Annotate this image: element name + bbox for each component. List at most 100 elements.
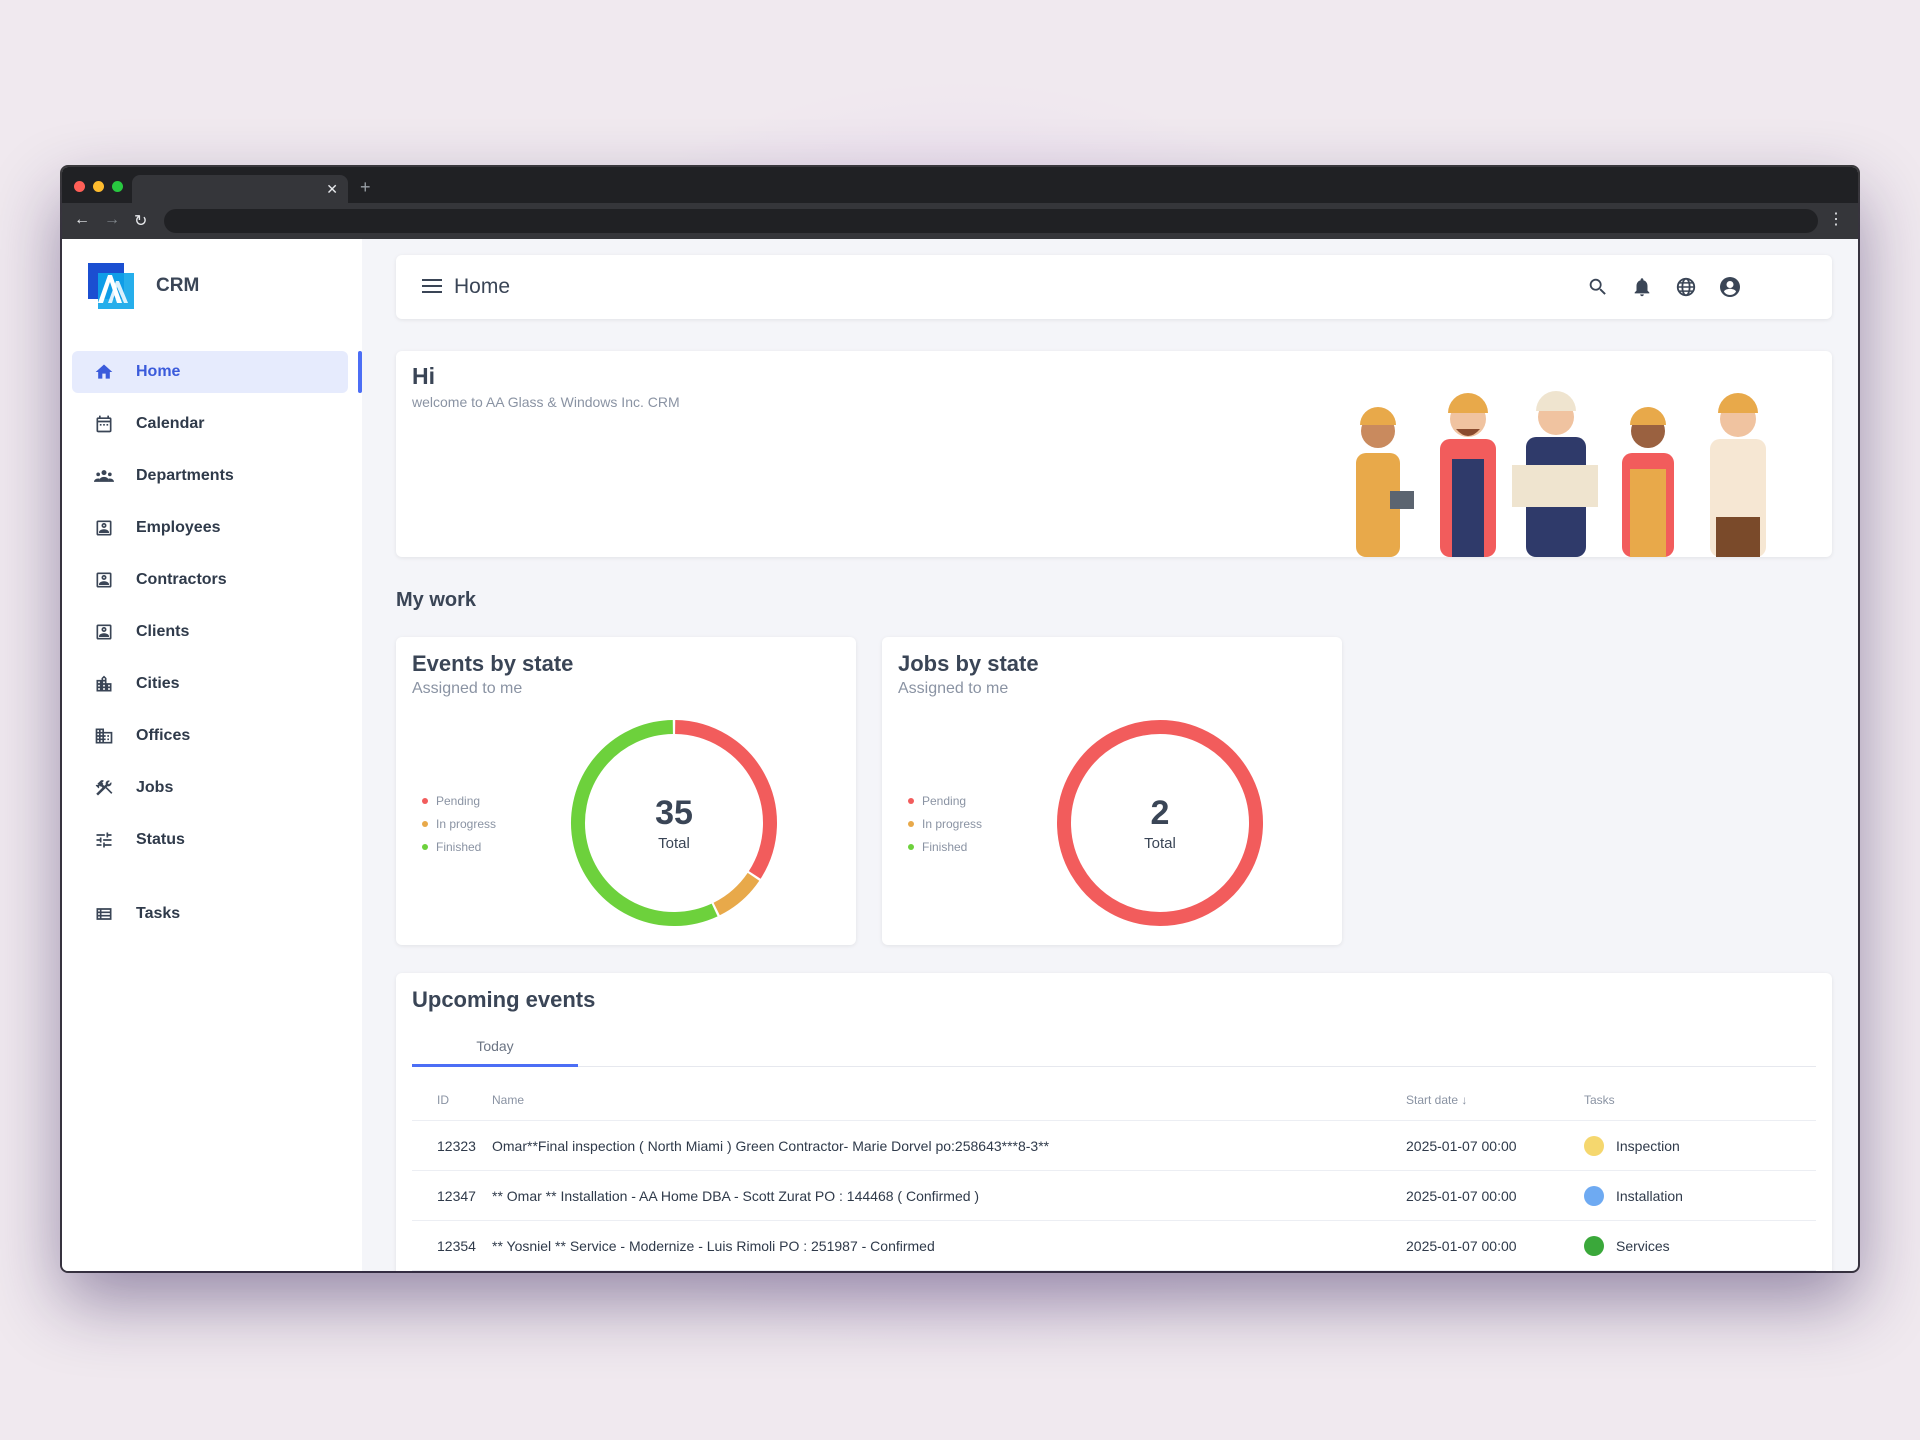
contact-icon — [92, 516, 116, 540]
sidebar-item-label: Jobs — [136, 779, 174, 796]
events-tabs: Today — [412, 1031, 1816, 1067]
home-icon — [92, 360, 116, 384]
sidebar-item-home[interactable]: Home — [72, 351, 348, 393]
minimize-window-button[interactable] — [93, 181, 104, 192]
sidebar-item-label: Offices — [136, 727, 191, 744]
sidebar-item-departments[interactable]: Departments — [72, 455, 348, 497]
legend-item-pending: Pending — [422, 789, 496, 812]
list-icon — [92, 902, 116, 926]
sort-descending-icon[interactable]: ↓ — [1461, 1093, 1467, 1107]
donut-total-label: Total — [658, 835, 690, 852]
more-menu-icon[interactable]: ⋮ — [1828, 209, 1844, 229]
event-name[interactable]: ** Yosniel ** Service - Modernize - Luis… — [492, 1238, 1406, 1254]
browser-tab[interactable]: ✕ — [132, 175, 348, 203]
event-start-date: 2025-01-07 00:00 — [1406, 1237, 1517, 1254]
legend-item-in-progress: In progress — [908, 812, 982, 835]
close-window-button[interactable] — [74, 181, 85, 192]
table-row[interactable]: 12347 ** Omar ** Installation - AA Home … — [412, 1171, 1816, 1221]
reload-icon[interactable]: ↻ — [134, 211, 147, 231]
tune-icon — [92, 828, 116, 852]
event-name[interactable]: Omar**Final inspection ( North Miami ) G… — [492, 1138, 1406, 1154]
contact-icon — [92, 620, 116, 644]
sidebar-item-jobs[interactable]: Jobs — [72, 767, 348, 809]
sidebar: CRM Home Calendar Departments Employees — [62, 239, 362, 1271]
brand: CRM — [86, 261, 199, 311]
column-name[interactable]: Name — [492, 1093, 1406, 1107]
event-id: 12354 — [437, 1237, 476, 1254]
event-start-date: 2025-01-07 00:00 — [1406, 1187, 1517, 1204]
sidebar-item-label: Employees — [136, 519, 221, 536]
sidebar-item-clients[interactable]: Clients — [72, 611, 348, 653]
browser-chrome: ✕ + ← → ↻ ⋮ — [62, 167, 1858, 239]
table-row[interactable]: 12323 Omar**Final inspection ( North Mia… — [412, 1121, 1816, 1171]
address-bar[interactable] — [164, 209, 1818, 233]
event-task: Services — [1584, 1235, 1816, 1256]
upcoming-events-card: Upcoming events Today ID Name Start date… — [396, 973, 1832, 1271]
my-work-title: My work — [396, 589, 477, 611]
column-tasks[interactable]: Tasks — [1584, 1093, 1816, 1107]
forward-icon[interactable]: → — [104, 211, 120, 229]
sidebar-item-label: Status — [136, 831, 185, 848]
legend-item-in-progress: In progress — [422, 812, 496, 835]
tools-icon — [92, 776, 116, 800]
welcome-title: Hi — [412, 363, 435, 389]
sidebar-item-label: Tasks — [136, 905, 181, 922]
sidebar-item-label: Cities — [136, 675, 180, 692]
donut-total: 35 — [655, 794, 693, 832]
construction-workers-illustration — [1356, 391, 1766, 557]
sidebar-item-offices[interactable]: Offices — [72, 715, 348, 757]
event-name[interactable]: ** Omar ** Installation - AA Home DBA - … — [492, 1188, 1406, 1204]
event-task: Installation — [1584, 1185, 1816, 1206]
bell-icon[interactable] — [1630, 275, 1654, 299]
upcoming-events-title: Upcoming events — [412, 987, 596, 1012]
card-title: Events by state — [412, 651, 574, 676]
sidebar-item-label: Contractors — [136, 571, 227, 588]
page-title: Home — [454, 275, 511, 298]
account-icon[interactable] — [1718, 275, 1742, 299]
events-table: ID Name Start date ↓ Tasks 12323 Omar**F… — [412, 1079, 1816, 1271]
app-name: CRM — [156, 275, 200, 296]
table-row[interactable]: 12354 ** Yosniel ** Service - Modernize … — [412, 1221, 1816, 1271]
calendar-icon — [92, 412, 116, 436]
contact-icon — [92, 568, 116, 592]
sidebar-item-status[interactable]: Status — [72, 819, 348, 861]
sidebar-item-cities[interactable]: Cities — [72, 663, 348, 705]
donut-center: 35 Total — [566, 715, 782, 931]
browser-toolbar: ← → ↻ ⋮ — [62, 203, 1858, 239]
sidebar-item-label: Departments — [136, 467, 234, 484]
city-icon — [92, 672, 116, 696]
logo — [86, 261, 136, 311]
event-id: 12323 — [437, 1137, 476, 1154]
top-bar: Home — [396, 255, 1832, 319]
events-by-state-card: Events by state Assigned to me Pending I… — [396, 637, 856, 945]
sidebar-item-calendar[interactable]: Calendar — [72, 403, 348, 445]
event-start-date: 2025-01-07 00:00 — [1406, 1137, 1517, 1154]
legend-item-finished: Finished — [908, 835, 982, 858]
tab-today[interactable]: Today — [412, 1031, 578, 1067]
chart-legend: Pending In progress Finished — [908, 789, 982, 858]
column-id[interactable]: ID — [412, 1093, 492, 1107]
task-color-dot — [1584, 1185, 1604, 1206]
table-header: ID Name Start date ↓ Tasks — [412, 1079, 1816, 1121]
chart-legend: Pending In progress Finished — [422, 789, 496, 858]
office-icon — [92, 724, 116, 748]
card-title: Jobs by state — [898, 651, 1039, 676]
menu-icon[interactable] — [422, 279, 442, 297]
sidebar-item-tasks[interactable]: Tasks — [72, 893, 348, 935]
sidebar-item-employees[interactable]: Employees — [72, 507, 348, 549]
jobs-by-state-card: Jobs by state Assigned to me Pending In … — [882, 637, 1342, 945]
donut-center: 2 Total — [1052, 715, 1268, 931]
card-subtitle: Assigned to me — [412, 680, 523, 697]
back-icon[interactable]: ← — [74, 211, 90, 229]
donut-total: 2 — [1150, 794, 1170, 832]
close-icon[interactable]: ✕ — [326, 181, 338, 198]
sidebar-item-contractors[interactable]: Contractors — [72, 559, 348, 601]
new-tab-icon[interactable]: + — [360, 177, 371, 198]
groups-icon — [92, 464, 116, 488]
maximize-window-button[interactable] — [112, 181, 123, 192]
search-icon[interactable] — [1586, 275, 1610, 299]
globe-icon[interactable] — [1674, 275, 1698, 299]
column-start-date[interactable]: Start date ↓ — [1406, 1093, 1584, 1107]
window-controls — [74, 181, 123, 192]
browser-window: ✕ + ← → ↻ ⋮ CRM Home Calendar Department… — [62, 167, 1858, 1271]
